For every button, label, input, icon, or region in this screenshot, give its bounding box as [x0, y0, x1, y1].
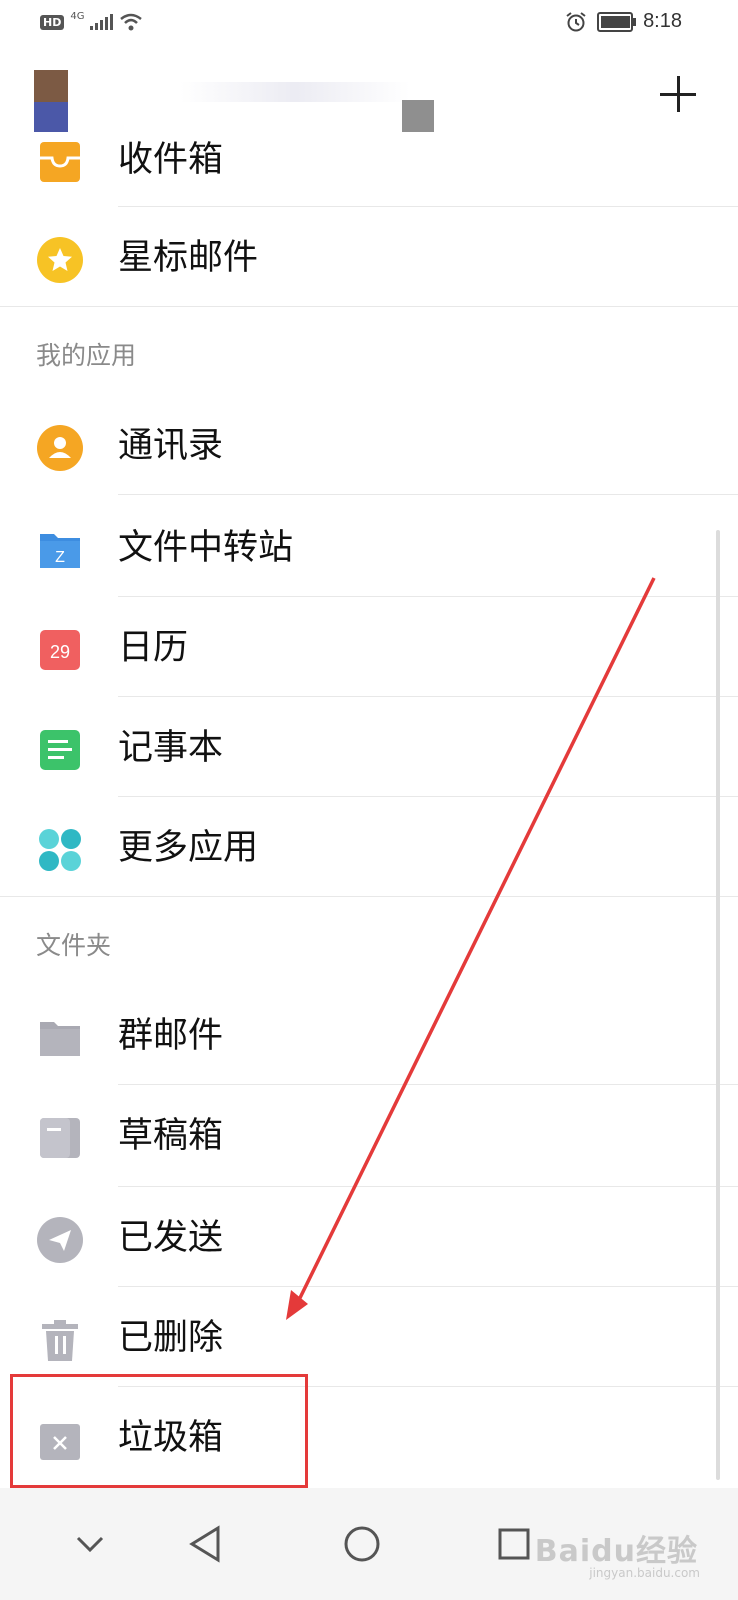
folder-sent[interactable]: 已发送 — [0, 1188, 738, 1288]
app-calendar[interactable]: 29 日历 — [0, 598, 738, 698]
contacts-icon — [37, 425, 83, 471]
nav-back-button[interactable] — [178, 1516, 234, 1572]
app-label: 通讯录 — [118, 426, 224, 466]
section-title-apps: 我的应用 — [36, 341, 137, 370]
app-file-transfer[interactable]: Z 文件中转站 — [0, 498, 738, 598]
inbox-icon — [38, 140, 82, 184]
status-bar: HD 4G 8:18 — [0, 0, 738, 52]
app-more[interactable]: 更多应用 — [0, 798, 738, 898]
folder-icon — [38, 1016, 82, 1060]
app-label: 记事本 — [118, 728, 224, 768]
folder-label: 收件箱 — [118, 140, 224, 180]
nav-home-button[interactable] — [334, 1516, 390, 1572]
app-contacts[interactable]: 通讯录 — [0, 396, 738, 496]
folder-label: 已删除 — [118, 1318, 224, 1358]
scrollbar[interactable] — [716, 530, 720, 1480]
home-circle-icon — [344, 1526, 380, 1562]
trash-icon — [38, 1318, 82, 1362]
watermark: Baidu经验 — [534, 1534, 698, 1569]
folder-deleted[interactable]: 已删除 — [0, 1288, 738, 1388]
wifi-icon — [120, 13, 143, 31]
calendar-icon: 29 — [38, 628, 82, 672]
status-right: 8:18 — [565, 10, 682, 33]
file-transfer-letter: Z — [55, 549, 65, 566]
alarm-icon — [566, 11, 586, 31]
hd-badge: HD — [40, 14, 65, 30]
network-type: 4G — [70, 10, 85, 22]
section-title-folders: 文件夹 — [36, 931, 112, 960]
notepad-icon — [38, 728, 82, 772]
star-icon — [37, 237, 83, 283]
more-apps-icon — [38, 828, 82, 872]
folder-label: 星标邮件 — [118, 238, 259, 278]
folder-label: 已发送 — [118, 1218, 224, 1258]
watermark-url: jingyan.baidu.com — [589, 1566, 700, 1580]
drafts-icon — [38, 1116, 82, 1160]
battery-icon — [597, 11, 637, 32]
folder-inbox[interactable]: 收件箱 — [0, 110, 738, 210]
app-label: 文件中转站 — [118, 528, 294, 568]
app-notepad[interactable]: 记事本 — [0, 698, 738, 798]
folder-drafts[interactable]: 草稿箱 — [0, 1086, 738, 1186]
status-left: HD 4G — [40, 10, 143, 32]
signal-icon — [90, 14, 114, 30]
clock: 8:18 — [643, 10, 682, 32]
back-triangle-icon — [189, 1525, 220, 1563]
folder-group-mail[interactable]: 群邮件 — [0, 986, 738, 1086]
file-transfer-icon: Z — [38, 528, 82, 572]
app-label: 更多应用 — [118, 828, 259, 868]
folder-label: 草稿箱 — [118, 1116, 224, 1156]
system-nav-bar: Baidu经验 jingyan.baidu.com — [0, 1488, 738, 1600]
folder-starred[interactable]: 星标邮件 — [0, 208, 738, 308]
app-label: 日历 — [118, 628, 189, 668]
account-name-blurred — [180, 82, 410, 102]
recents-square-icon — [498, 1528, 530, 1560]
chevron-down-icon — [76, 1536, 104, 1553]
highlight-box — [10, 1374, 308, 1488]
nav-collapse-button[interactable] — [62, 1516, 118, 1572]
calendar-day: 29 — [50, 642, 70, 662]
nav-recents-button[interactable] — [486, 1516, 542, 1572]
folder-label: 群邮件 — [118, 1016, 224, 1056]
sent-icon — [37, 1217, 83, 1263]
